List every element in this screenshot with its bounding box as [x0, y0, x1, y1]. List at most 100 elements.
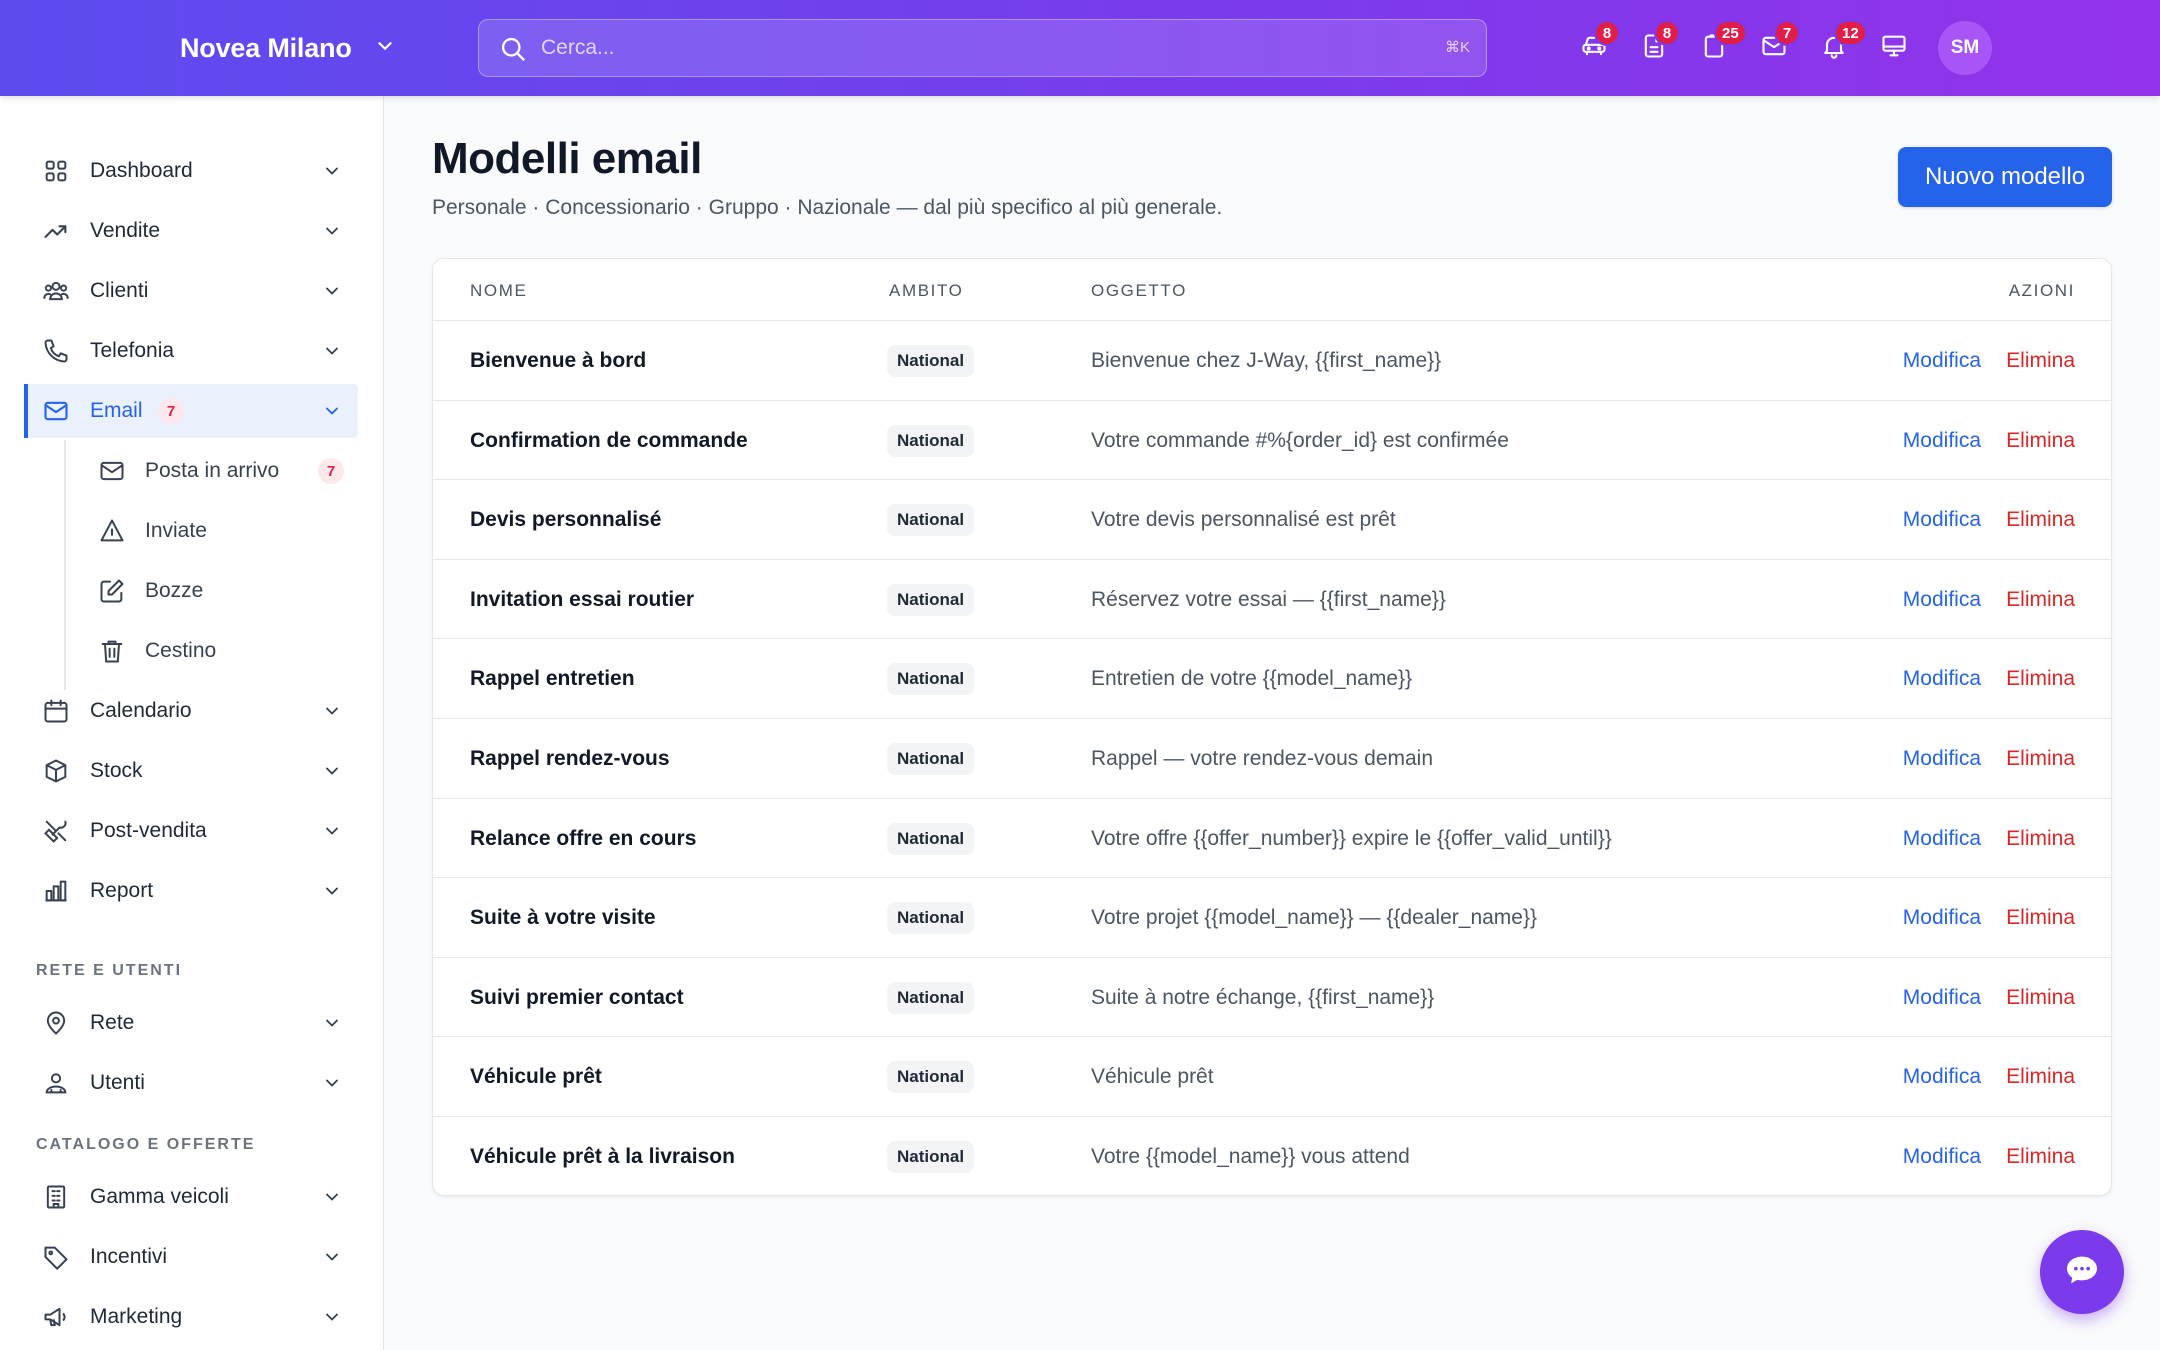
monitor-icon — [1880, 32, 1908, 65]
templates-table: NOME AMBITO OGGETTO AZIONI Bienvenue à b… — [432, 258, 2112, 1196]
delete-link[interactable]: Elimina — [2006, 508, 2075, 532]
building-icon — [42, 1183, 70, 1211]
edit-link[interactable]: Modifica — [1903, 906, 1981, 930]
user-icon — [42, 1069, 70, 1097]
sidebar-subitem-label: Inviate — [145, 519, 207, 542]
sidebar-item-dashboard[interactable]: Dashboard — [24, 144, 358, 198]
table-row: Confirmation de commande National Votre co… — [433, 401, 2111, 481]
scope-badge: National — [887, 424, 975, 457]
template-subject: Votre projet {{model_name}} — {{dealer_n… — [1091, 906, 1538, 930]
sidebar-item-gamma-veicoli[interactable]: Gamma veicoli — [24, 1170, 358, 1224]
sidebar-item-label: Gamma veicoli — [90, 1185, 229, 1208]
car-button[interactable]: 8 — [1570, 20, 1620, 72]
sidebar-subitem-drafts[interactable]: Bozze — [80, 566, 358, 616]
delete-link[interactable]: Elimina — [2006, 349, 2075, 373]
table-row: Rappel entretien National Entretien de vot… — [433, 639, 2111, 719]
trash-icon — [98, 637, 126, 665]
sidebar-item-stock[interactable]: Stock — [24, 744, 358, 798]
dealer-selector[interactable]: Novea Milano — [180, 0, 396, 96]
email-badge: 7 — [158, 398, 184, 424]
edit-link[interactable]: Modifica — [1903, 349, 1981, 373]
tag-icon — [42, 1243, 70, 1271]
delete-link[interactable]: Elimina — [2006, 429, 2075, 453]
template-name: Relance offre en cours — [470, 826, 697, 850]
inbox-icon — [98, 457, 126, 485]
sidebar-item-report[interactable]: Report — [24, 864, 358, 918]
delete-link[interactable]: Elimina — [2006, 667, 2075, 691]
sidebar-subitem-trash[interactable]: Cestino — [80, 626, 358, 676]
template-subject: Véhicule prêt — [1091, 1065, 1214, 1089]
notifications-button[interactable]: 12 — [1810, 20, 1867, 72]
new-template-button[interactable]: Nuovo modello — [1898, 147, 2112, 207]
header-icons: 8 8 25 7 12 — [1570, 20, 1918, 72]
sidebar-item-telefonia[interactable]: Telefonia — [24, 324, 358, 378]
edit-link[interactable]: Modifica — [1903, 1145, 1981, 1169]
sidebar-subitem-label: Bozze — [145, 579, 204, 602]
chevron-down-icon — [322, 221, 342, 241]
chevron-down-icon — [322, 281, 342, 301]
sidebar-item-marketing[interactable]: Marketing — [24, 1290, 358, 1344]
display-button[interactable] — [1870, 24, 1918, 72]
tasks-button[interactable]: 25 — [1690, 20, 1747, 72]
column-header-actions: AZIONI — [2008, 281, 2075, 300]
delete-link[interactable]: Elimina — [2006, 1065, 2075, 1089]
user-avatar[interactable]: SM — [1938, 21, 1992, 75]
chevron-down-icon — [322, 401, 342, 421]
edit-link[interactable]: Modifica — [1903, 588, 1981, 612]
sidebar-item-email[interactable]: Email 7 — [24, 384, 358, 438]
sidebar-item-utenti[interactable]: Utenti — [24, 1056, 358, 1110]
delete-link[interactable]: Elimina — [2006, 906, 2075, 930]
sidebar-item-label: Incentivi — [90, 1245, 168, 1268]
table-header: NOME AMBITO OGGETTO AZIONI — [433, 259, 2111, 321]
chat-button[interactable] — [2040, 1230, 2124, 1314]
delete-link[interactable]: Elimina — [2006, 986, 2075, 1010]
edit-link[interactable]: Modifica — [1903, 747, 1981, 771]
edit-link[interactable]: Modifica — [1903, 986, 1981, 1010]
table-row: Devis personnalisé National Votre devis pe… — [433, 480, 2111, 560]
sidebar-item-clienti[interactable]: Clienti — [24, 264, 358, 318]
calendar-icon — [42, 697, 70, 725]
sidebar-item-calendario[interactable]: Calendario — [24, 684, 358, 738]
search-input[interactable] — [541, 20, 1401, 75]
sidebar-item-label: Clienti — [90, 279, 149, 302]
table-row: Suivi premier contact National Suite à not… — [433, 958, 2111, 1038]
section-label-network: RETE E UTENTI — [36, 962, 183, 979]
edit-link[interactable]: Modifica — [1903, 827, 1981, 851]
template-subject: Votre commande #%{order_id} est confirmé… — [1091, 428, 1509, 452]
scope-badge: National — [887, 743, 975, 775]
megaphone-icon — [42, 1303, 70, 1331]
mail-button[interactable]: 7 — [1750, 20, 1800, 72]
template-subject: Votre {{model_name}} vous attend — [1091, 1145, 1410, 1168]
sidebar-item-post-vendita[interactable]: Post-vendita — [24, 804, 358, 858]
inbox-badge: 7 — [318, 458, 344, 484]
documents-button[interactable]: 8 — [1630, 20, 1680, 72]
scope-badge: National — [887, 1061, 975, 1094]
scope-badge: National — [887, 583, 975, 616]
sidebar-item-label: Utenti — [90, 1071, 145, 1094]
template-name: Rappel rendez-vous — [470, 747, 670, 770]
chevron-down-icon — [322, 761, 342, 781]
search-bar[interactable]: ⌘K — [478, 19, 1487, 77]
delete-link[interactable]: Elimina — [2006, 827, 2075, 851]
edit-link[interactable]: Modifica — [1903, 508, 1981, 532]
sidebar-subitem-inbox[interactable]: Posta in arrivo 7 — [80, 446, 358, 496]
sidebar-item-rete[interactable]: Rete — [24, 996, 358, 1050]
sidebar-subitem-sent[interactable]: Inviate — [80, 506, 358, 556]
sidebar-item-incentivi[interactable]: Incentivi — [24, 1230, 358, 1284]
sidebar-item-label: Rete — [90, 1011, 135, 1034]
template-subject: Suite à notre échange, {{first_name}} — [1091, 985, 1435, 1009]
table-row: Véhicule prêt à la livraison National Votr… — [433, 1117, 2111, 1195]
edit-link[interactable]: Modifica — [1903, 1065, 1981, 1089]
template-name: Véhicule prêt à la livraison — [470, 1145, 735, 1168]
delete-link[interactable]: Elimina — [2006, 747, 2075, 771]
template-name: Invitation essai routier — [470, 587, 695, 611]
scope-badge: National — [887, 345, 975, 377]
top-bar: Novea Milano ⌘K 8 8 25 — [0, 0, 2160, 96]
chevron-down-icon — [322, 1013, 342, 1033]
sidebar-item-vendite[interactable]: Vendite — [24, 204, 358, 258]
delete-link[interactable]: Elimina — [2006, 588, 2075, 612]
edit-link[interactable]: Modifica — [1903, 429, 1981, 453]
delete-link[interactable]: Elimina — [2006, 1145, 2075, 1169]
sidebar-item-label: Email — [90, 399, 143, 422]
edit-link[interactable]: Modifica — [1903, 667, 1981, 691]
